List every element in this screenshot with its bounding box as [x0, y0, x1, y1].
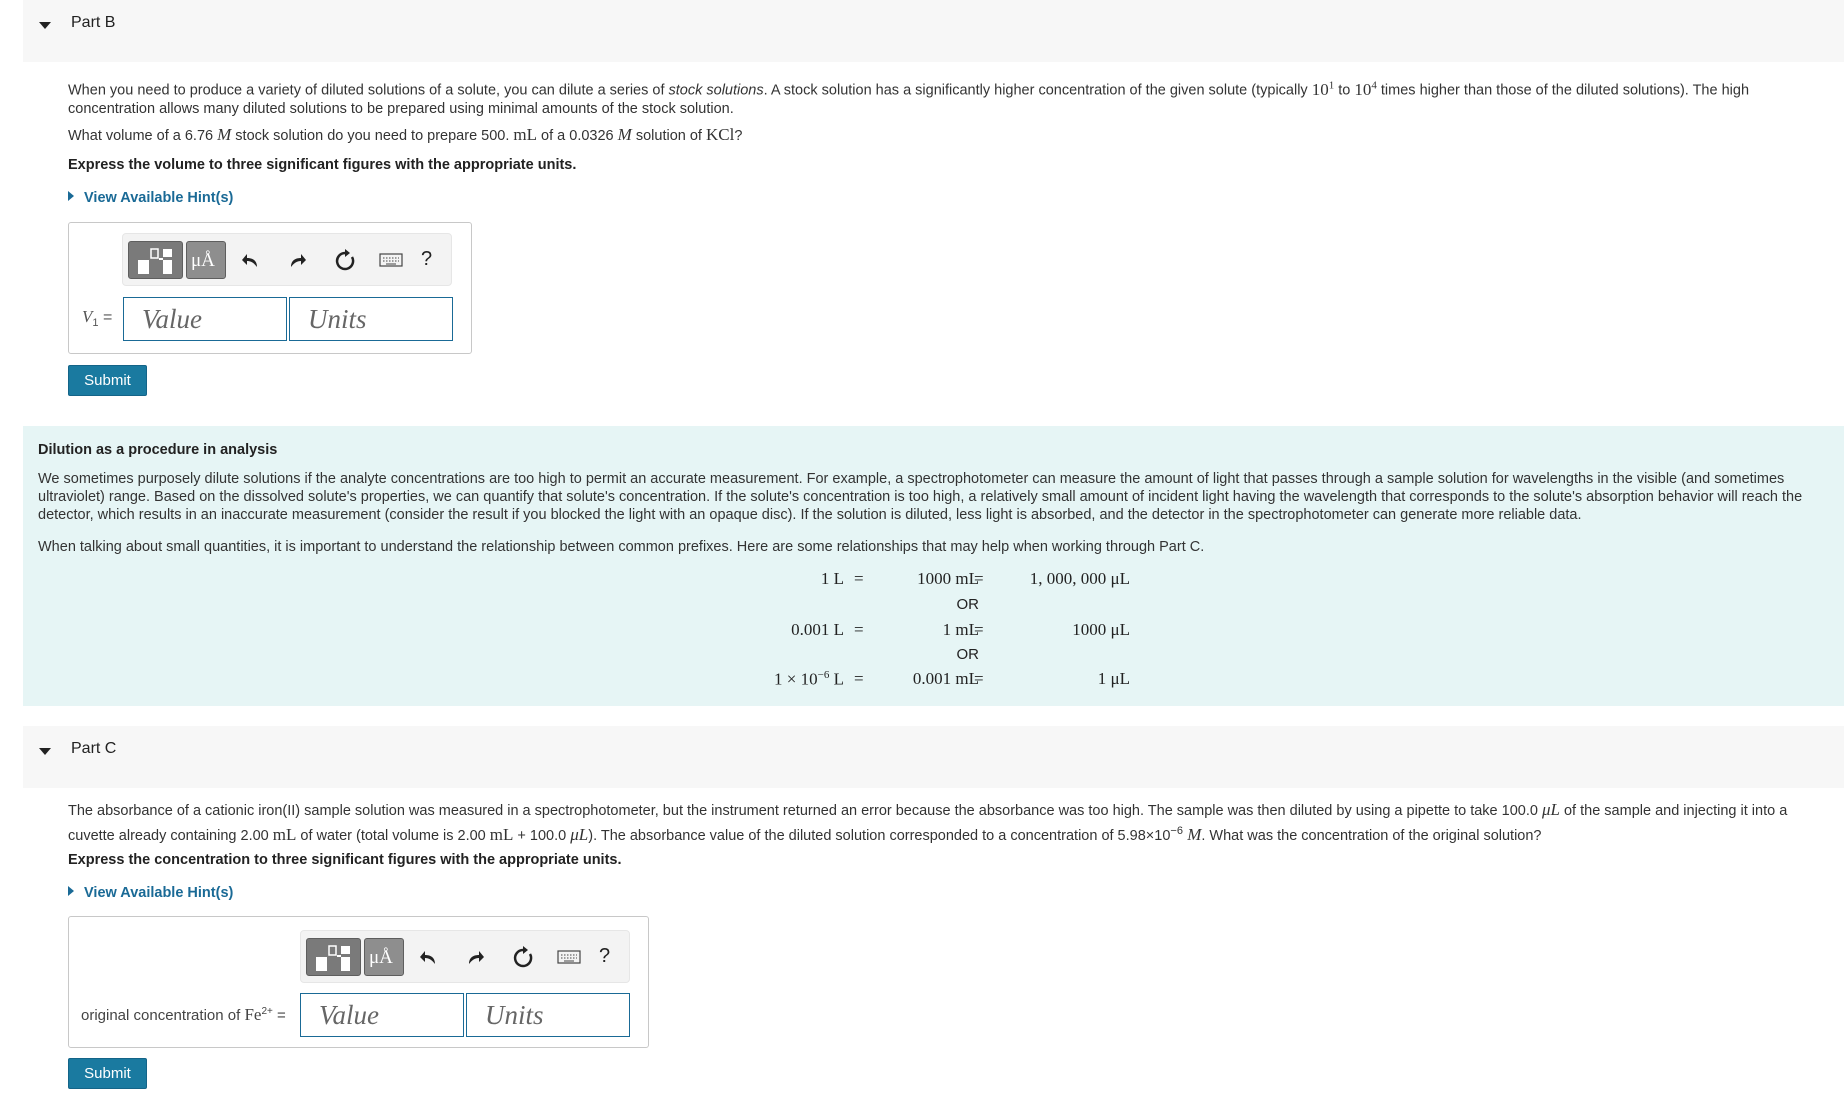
- part-b-toolbar: μÅ ?: [122, 233, 452, 286]
- part-c-question: The absorbance of a cationic iron(II) sa…: [68, 800, 1788, 844]
- reset-icon[interactable]: [511, 945, 535, 969]
- collapse-triangle-icon[interactable]: [39, 22, 51, 29]
- part-c-answer-box: μÅ ? original concentration of Fe2+ = Va…: [68, 916, 649, 1048]
- part-c-input-label: original concentration of Fe2+ =: [81, 1005, 286, 1024]
- redo-icon[interactable]: [465, 947, 487, 969]
- rel-1-mid: 1000 mL: [917, 569, 979, 588]
- keyboard-icon[interactable]: [557, 950, 581, 964]
- part-c-toolbar: μÅ ?: [300, 930, 630, 983]
- part-b-submit-button[interactable]: Submit: [68, 365, 147, 396]
- rel-3-eq2: =: [974, 669, 984, 688]
- part-b-units-input[interactable]: Units: [289, 297, 453, 341]
- rel-2-left: 0.001 L: [791, 620, 844, 639]
- part-b-answer-box: μÅ ? V1 = Value Units: [68, 222, 472, 354]
- part-c-units-input[interactable]: Units: [466, 993, 630, 1037]
- units-symbol-button[interactable]: μÅ: [364, 938, 404, 976]
- part-c-value-input[interactable]: Value: [300, 993, 464, 1037]
- rel-2-eq2: =: [974, 620, 984, 639]
- rel-2-right: 1000 μL: [1072, 620, 1130, 639]
- or-1: OR: [956, 596, 980, 613]
- rel-1-eq2: =: [974, 569, 984, 588]
- reset-icon[interactable]: [333, 248, 357, 272]
- undo-icon[interactable]: [241, 250, 263, 272]
- part-b-input-label: V1 =: [82, 307, 113, 330]
- dilution-info-panel: Dilution as a procedure in analysis We s…: [23, 426, 1844, 706]
- rel-1-eq1: =: [854, 569, 864, 588]
- part-b-intro: When you need to produce a variety of di…: [68, 79, 1750, 117]
- templates-icon: [316, 945, 350, 971]
- part-b-header[interactable]: Part B: [23, 0, 1844, 62]
- help-icon[interactable]: ?: [421, 248, 432, 271]
- expand-triangle-icon: [68, 886, 74, 896]
- or-2: OR: [956, 646, 980, 663]
- keyboard-icon[interactable]: [379, 253, 403, 267]
- rel-1-right: 1, 000, 000 μL: [1029, 569, 1130, 588]
- part-c-header[interactable]: Part C: [23, 726, 1844, 788]
- info-title: Dilution as a procedure in analysis: [38, 442, 278, 458]
- expand-triangle-icon: [68, 191, 74, 201]
- rel-3-left: 1 × 10−6 L: [774, 669, 844, 689]
- rel-1-left: 1 L: [820, 569, 844, 588]
- templates-button[interactable]: [306, 938, 361, 976]
- part-c-submit-button[interactable]: Submit: [68, 1058, 147, 1089]
- rel-2-eq1: =: [854, 620, 864, 639]
- part-b-instruction: Express the volume to three significant …: [68, 157, 577, 173]
- redo-icon[interactable]: [287, 250, 309, 272]
- part-b-title: Part B: [71, 14, 116, 31]
- undo-icon[interactable]: [419, 947, 441, 969]
- templates-icon: [138, 248, 172, 274]
- rel-3-right: 1 μL: [1097, 669, 1130, 688]
- rel-3-mid: 0.001 mL: [912, 669, 979, 688]
- help-icon[interactable]: ?: [599, 945, 610, 968]
- part-c-title: Part C: [71, 740, 117, 757]
- info-paragraph: We sometimes purposely dilute solutions …: [38, 471, 1803, 523]
- part-b-question: What volume of a 6.76 M stock solution d…: [68, 125, 743, 145]
- part-c-hint-link[interactable]: View Available Hint(s): [68, 885, 233, 901]
- part-b-value-input[interactable]: Value: [123, 297, 287, 341]
- rel-3-eq1: =: [854, 669, 864, 688]
- part-c-instruction: Express the concentration to three signi…: [68, 852, 622, 868]
- info-prefix-note: When talking about small quantities, it …: [38, 539, 1205, 555]
- templates-button[interactable]: [128, 241, 183, 279]
- part-b-hint-link[interactable]: View Available Hint(s): [68, 190, 233, 206]
- collapse-triangle-icon[interactable]: [39, 748, 51, 755]
- units-symbol-button[interactable]: μÅ: [186, 241, 226, 279]
